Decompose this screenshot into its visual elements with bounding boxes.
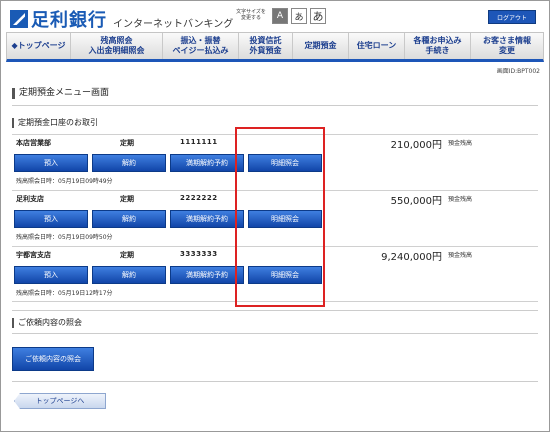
font-size-large-button[interactable]: あ	[310, 8, 326, 24]
account-timestamp: 残高照会日時：05月19日09時50分	[16, 234, 113, 241]
section-accounts-heading: 定期預金口座のお取引	[12, 118, 98, 128]
bank-logo: 足利銀行 インターネットバンキング	[10, 6, 233, 32]
cancel-button[interactable]: 解約	[92, 210, 166, 228]
deposit-button[interactable]: 預入	[14, 210, 88, 228]
nav-item-label: ペイジー払込み	[172, 46, 229, 55]
bank-logo-icon	[10, 10, 28, 28]
account-type: 定期	[120, 195, 134, 203]
account-number: 2222222	[180, 194, 218, 202]
font-size-small-button[interactable]: A	[272, 8, 288, 24]
nav-item-label: 外貨預金	[249, 46, 282, 55]
section-divider	[12, 333, 538, 334]
logout-button[interactable]: ログアウト	[488, 10, 536, 24]
nav-item-label: 入出金明細照会	[88, 46, 145, 55]
section-inquiry-heading: ご依頼内容の照会	[12, 318, 82, 328]
maturity-reservation-button[interactable]: 満期解約予約	[170, 266, 244, 284]
nav-item-customer-info[interactable]: お客さま情報 変更	[471, 33, 543, 59]
inquiry-button[interactable]: ご依頼内容の照会	[12, 347, 94, 371]
nav-item-label: 振込・振替	[180, 36, 221, 45]
account-balance: 9,240,000円	[381, 252, 442, 263]
section-divider	[12, 310, 538, 311]
main-nav: ◆トップページ 残高照会 入出金明細照会 振込・振替 ペイジー払込み 投資信託 外貨預…	[6, 32, 544, 62]
page-title: 定期預金メニュー画面	[12, 88, 109, 99]
account-balance-label: 預金残高	[448, 196, 473, 203]
cancel-button[interactable]: 解約	[92, 266, 166, 284]
account-timestamp: 残高照会日時：05月19日12時17分	[16, 290, 113, 297]
nav-item-label: 定期預金	[304, 41, 337, 50]
cancel-button[interactable]: 解約	[92, 154, 166, 172]
account-type: 定期	[120, 139, 134, 147]
nav-item-label: お客さま情報	[483, 36, 531, 45]
nav-item-label: 手続き	[425, 46, 450, 55]
font-size-label-line2: 変更する	[240, 15, 261, 21]
section-divider	[12, 381, 538, 382]
nav-item-time-deposit[interactable]: 定期預金	[293, 33, 349, 59]
account-balance-label: 預金残高	[448, 140, 473, 147]
account-branch: 足利支店	[16, 195, 44, 203]
nav-item-label: ◆トップページ	[11, 41, 66, 50]
nav-item-applications[interactable]: 各種お申込み 手続き	[405, 33, 471, 59]
nav-item-label: 変更	[499, 46, 515, 55]
nav-item-label: 住宅ローン	[356, 41, 397, 50]
account-balance: 550,000円	[390, 196, 442, 207]
nav-item-top[interactable]: ◆トップページ	[7, 33, 71, 59]
font-size-medium-button[interactable]: あ	[291, 8, 307, 24]
account-number: 1111111	[180, 138, 218, 146]
back-to-top-button[interactable]: トップページへ	[14, 393, 106, 409]
account-branch: 宇都宮支店	[16, 251, 51, 259]
nav-item-label: 各種お申込み	[413, 36, 462, 45]
nav-item-housing-loan[interactable]: 住宅ローン	[349, 33, 405, 59]
account-branch: 本店営業部	[16, 139, 51, 147]
maturity-reservation-button[interactable]: 満期解約予約	[170, 154, 244, 172]
page-id: 画面ID:BPT002	[496, 68, 540, 75]
nav-item-label: 投資信託	[249, 36, 282, 45]
font-size-label: 文字サイズを 変更する	[236, 9, 266, 21]
nav-item-transfer[interactable]: 振込・振替 ペイジー払込み	[163, 33, 239, 59]
service-name: インターネットバンキング	[113, 18, 234, 30]
account-balance-label: 預金残高	[448, 252, 473, 259]
deposit-button[interactable]: 預入	[14, 154, 88, 172]
deposit-button[interactable]: 預入	[14, 266, 88, 284]
nav-item-label: 残高照会	[100, 36, 133, 45]
account-type: 定期	[120, 251, 134, 259]
nav-item-balance[interactable]: 残高照会 入出金明細照会	[71, 33, 163, 59]
nav-item-investment[interactable]: 投資信託 外貨預金	[239, 33, 293, 59]
account-balance: 210,000円	[390, 140, 442, 151]
account-timestamp: 残高照会日時：05月19日09時49分	[16, 178, 113, 185]
account-number: 3333333	[180, 250, 218, 258]
bank-name: 足利銀行	[31, 10, 107, 31]
maturity-reservation-button[interactable]: 満期解約予約	[170, 210, 244, 228]
title-divider	[12, 105, 538, 106]
details-column-highlight	[235, 127, 325, 307]
